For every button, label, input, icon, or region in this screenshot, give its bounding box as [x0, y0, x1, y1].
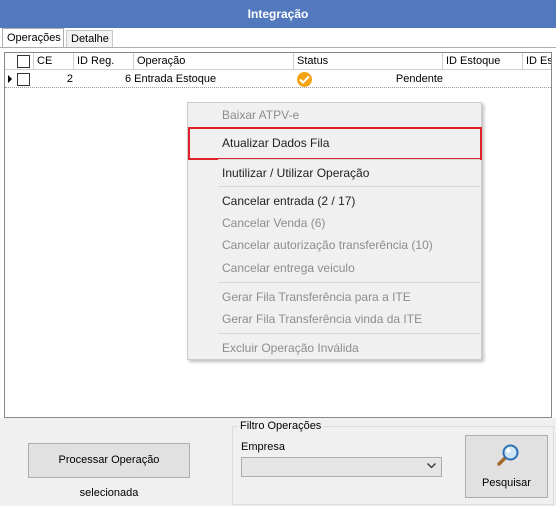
header-id-estoque[interactable]: ID Estoque	[443, 53, 523, 70]
search-icon	[497, 444, 519, 466]
bottom-panel: Processar Operação selecionada Filtro Op…	[0, 418, 556, 506]
menu-item-excluir-operacao[interactable]: Excluir Operação Inválida	[222, 338, 359, 358]
menu-separator	[218, 186, 480, 187]
menu-item-inutilizar-utilizar[interactable]: Inutilizar / Utilizar Operação	[222, 163, 369, 183]
menu-item-gerar-fila-para[interactable]: Gerar Fila Transferência para a ITE	[222, 287, 411, 307]
tab-detalhe[interactable]: Detalhe	[66, 30, 113, 48]
header-select-all-cell	[5, 53, 34, 70]
menu-item-atualizar-dados-fila[interactable]: Atualizar Dados Fila	[222, 133, 329, 153]
header-id-reg[interactable]: ID Reg.	[74, 53, 134, 70]
header-status[interactable]: Status	[294, 53, 443, 70]
menu-item-cancelar-entrada[interactable]: Cancelar entrada (2 / 17)	[222, 191, 355, 211]
header-operacao[interactable]: Operação	[134, 53, 294, 70]
context-menu: Baixar ATPV-e Atualizar Dados Fila Inuti…	[187, 102, 482, 360]
menu-item-baixar-atpv[interactable]: Baixar ATPV-e	[222, 105, 299, 125]
cell-status: Pendente	[395, 73, 443, 85]
tab-operacoes[interactable]: Operações	[2, 28, 64, 48]
filter-group-title: Filtro Operações	[238, 419, 324, 433]
check-circle-icon	[297, 72, 312, 87]
cell-operacao: 6 Entrada Estoque	[125, 73, 217, 85]
empresa-select[interactable]	[241, 457, 442, 477]
header-id-es[interactable]: ID Es	[523, 53, 551, 70]
menu-separator	[218, 159, 480, 160]
filter-groupbox: Filtro Operações Empresa Pesquisar	[232, 419, 554, 505]
search-button-label: Pesquisar	[482, 477, 531, 489]
menu-item-gerar-fila-vinda[interactable]: Gerar Fila Transferência vinda da ITE	[222, 309, 422, 329]
process-operation-button[interactable]: Processar Operação selecionada	[28, 443, 190, 499]
menu-item-cancelar-venda[interactable]: Cancelar Venda (6)	[222, 213, 325, 233]
search-button[interactable]: Pesquisar	[465, 435, 548, 498]
menu-separator	[218, 333, 480, 334]
menu-item-cancelar-entrega[interactable]: Cancelar entrega veiculo	[222, 258, 355, 278]
table-row[interactable]: 2 6 Entrada Estoque Pendente	[5, 71, 551, 88]
chevron-down-icon	[427, 463, 436, 469]
row-indicator-icon	[8, 75, 12, 83]
menu-separator	[218, 282, 480, 283]
tab-strip: Operações Detalhe	[0, 28, 556, 48]
window-title: Integração	[0, 0, 556, 28]
empresa-label: Empresa	[241, 441, 286, 453]
grid-header: CE ID Reg. Operação Status ID Estoque ID…	[5, 53, 551, 70]
select-all-checkbox[interactable]	[17, 55, 30, 68]
menu-item-cancelar-autorizacao[interactable]: Cancelar autorização transferência (10)	[222, 235, 433, 255]
header-ce[interactable]: CE	[34, 53, 74, 70]
cell-id-reg: 2	[66, 73, 73, 85]
row-checkbox[interactable]	[17, 73, 30, 86]
tab-divider	[0, 47, 556, 48]
